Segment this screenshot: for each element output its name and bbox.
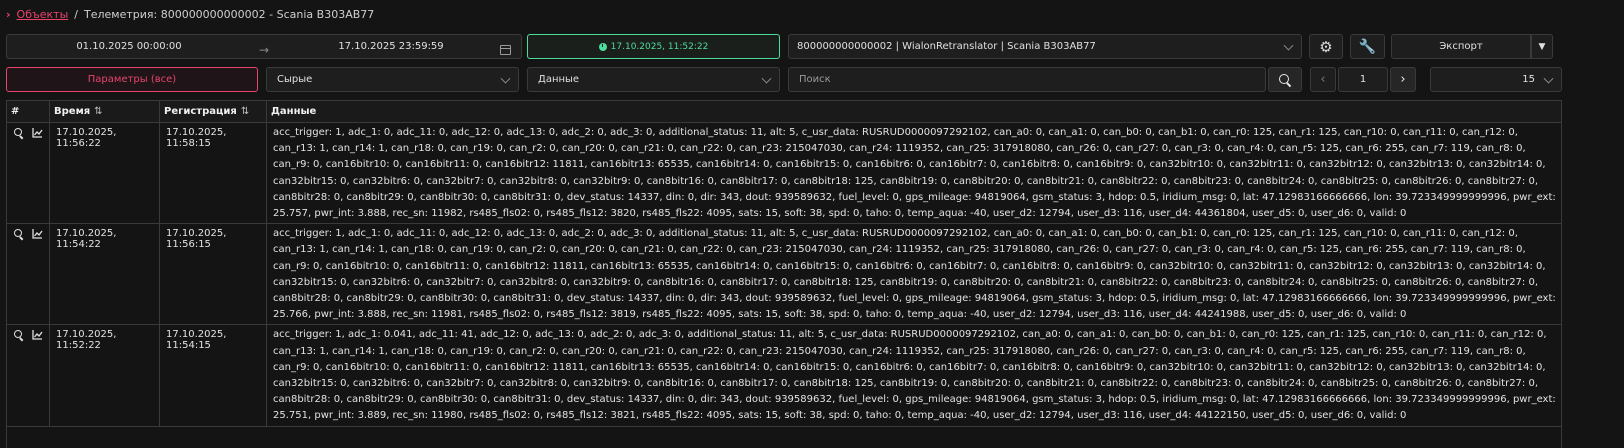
breadcrumb: › Объекты / Телеметрия: 800000000000002 … xyxy=(6,6,374,22)
sort-icon: ⇅ xyxy=(94,106,103,117)
tools-button[interactable]: 🔧 xyxy=(1350,34,1385,59)
data-select[interactable]: Данные xyxy=(527,67,780,92)
column-header-time[interactable]: Время ⇅ xyxy=(50,101,160,122)
prev-page-button[interactable]: ‹ xyxy=(1310,67,1336,92)
search-icon xyxy=(1279,73,1291,86)
table-row: 17.10.2025, 11:56:22 17.10.2025, 11:58:1… xyxy=(7,123,1561,225)
settings-button[interactable]: ⚙ xyxy=(1309,34,1343,59)
calendar-icon xyxy=(500,45,511,55)
date-from: 01.10.2025 00:00:00 xyxy=(76,41,182,52)
wrench-icon: 🔧 xyxy=(1358,38,1377,55)
row-actions xyxy=(7,325,50,426)
gear-icon: ⚙ xyxy=(1319,37,1333,56)
device-select[interactable]: 800000000000002 | WialonRetranslator | S… xyxy=(788,34,1302,59)
column-header-registration[interactable]: Регистрация ⇅ xyxy=(160,101,267,122)
telemetry-table: # Время ⇅ Регистрация ⇅ Данные 17.10.202… xyxy=(6,100,1562,448)
magnifier-icon[interactable] xyxy=(14,330,24,340)
chevron-left-icon: ‹ xyxy=(1320,72,1326,87)
row-registration: 17.10.2025, 11:54:15 xyxy=(160,325,267,426)
date-range-picker[interactable]: 01.10.2025 00:00:00 → 17.10.2025 23:59:5… xyxy=(6,34,522,59)
breadcrumb-separator: / xyxy=(74,7,78,21)
chevron-down-icon xyxy=(1543,73,1554,84)
clock-icon xyxy=(598,42,607,51)
row-registration: 17.10.2025, 11:58:15 xyxy=(160,123,267,224)
current-time-label: 17.10.2025, 11:52:22 xyxy=(610,41,709,52)
magnifier-icon[interactable] xyxy=(14,128,24,138)
search-input[interactable] xyxy=(788,67,1266,92)
chevron-down-icon xyxy=(761,73,772,84)
chart-icon[interactable] xyxy=(32,330,43,341)
export-button[interactable]: Экспорт xyxy=(1391,34,1531,59)
date-to: 17.10.2025 23:59:59 xyxy=(338,41,444,52)
page-size-select[interactable]: 15 xyxy=(1430,67,1562,92)
data-select-value: Данные xyxy=(538,74,580,85)
table-row: 17.10.2025, 11:54:22 17.10.2025, 11:56:1… xyxy=(7,224,1561,326)
page-number: 1 xyxy=(1359,74,1367,85)
row-time: 17.10.2025, 11:54:22 xyxy=(50,224,160,325)
row-actions xyxy=(7,123,50,224)
device-select-value: 800000000000002 | WialonRetranslator | S… xyxy=(797,41,1096,52)
raw-select-value: Сырые xyxy=(277,74,313,85)
raw-select[interactable]: Сырые xyxy=(266,67,519,92)
row-data: acc_trigger: 1, adc_1: 0, adc_11: 0, adc… xyxy=(273,127,1556,220)
chevron-right-icon: › xyxy=(6,7,11,21)
page-size-value: 15 xyxy=(1522,74,1535,85)
row-actions xyxy=(7,224,50,325)
magnifier-icon[interactable] xyxy=(14,229,24,239)
page-title: Телеметрия: 800000000000002 - Scania В30… xyxy=(83,7,375,21)
page-number-input[interactable]: 1 xyxy=(1338,67,1388,92)
chevron-right-icon: › xyxy=(1400,72,1406,87)
params-button[interactable]: Параметры (все) xyxy=(6,67,258,92)
chart-icon[interactable] xyxy=(32,229,43,239)
row-time: 17.10.2025, 11:52:22 xyxy=(50,325,160,426)
export-dropdown-button[interactable]: ▼ xyxy=(1531,34,1553,59)
column-header-index: # xyxy=(7,101,50,122)
row-registration: 17.10.2025, 11:56:15 xyxy=(160,224,267,325)
search-button[interactable] xyxy=(1268,67,1302,92)
next-page-button[interactable]: › xyxy=(1390,67,1416,92)
params-label: Параметры (все) xyxy=(87,74,177,85)
row-data: acc_trigger: 1, adc_1: 0.041, adc_11: 41… xyxy=(273,329,1556,422)
caret-down-icon: ▼ xyxy=(1538,41,1546,52)
arrow-right-icon: → xyxy=(259,43,270,57)
chart-icon[interactable] xyxy=(32,128,43,138)
table-header: # Время ⇅ Регистрация ⇅ Данные xyxy=(7,101,1561,123)
export-label: Экспорт xyxy=(1439,41,1483,52)
chevron-down-icon xyxy=(500,73,511,84)
sort-icon: ⇅ xyxy=(240,106,250,117)
chevron-down-icon xyxy=(1283,40,1294,51)
row-time: 17.10.2025, 11:56:22 xyxy=(50,123,160,224)
current-time-button[interactable]: 17.10.2025, 11:52:22 xyxy=(527,34,780,59)
row-data: acc_trigger: 1, adc_1: 0, adc_11: 0, adc… xyxy=(273,228,1556,321)
table-row: 17.10.2025, 11:52:22 17.10.2025, 11:54:1… xyxy=(7,325,1561,427)
column-header-data: Данные xyxy=(271,106,317,117)
breadcrumb-objects-link[interactable]: Объекты xyxy=(17,8,69,21)
